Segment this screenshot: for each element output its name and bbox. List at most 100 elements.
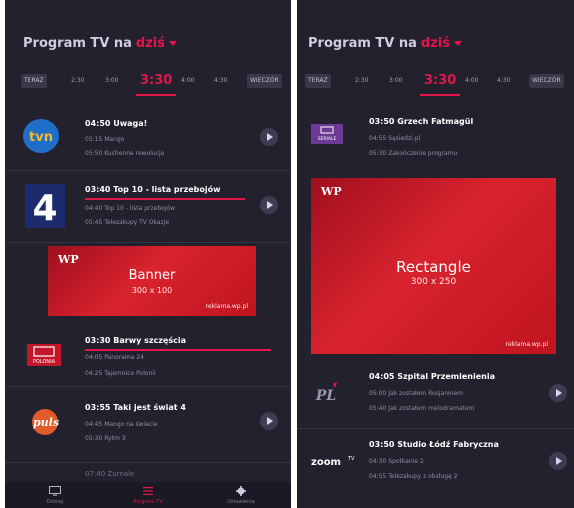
list-item[interactable]: 4 03:40 Top 10 - lista przebojów 04:40 T… <box>5 172 291 243</box>
tab-2-30[interactable]: 2:30 <box>355 68 368 94</box>
tab-4-00[interactable]: 4:00 <box>465 68 478 94</box>
ad-banner[interactable]: WP Banner 300 x 100 reklama.wp.pl <box>48 246 256 316</box>
nav-program-tv[interactable]: Program TV <box>108 482 188 508</box>
bottom-nav: Dzisiaj Program TV Ustawienia <box>5 482 291 508</box>
program-screen-right: Program TV na dziś TERAZ 2:30 3:00 3:30 4… <box>297 0 574 508</box>
play-icon[interactable] <box>260 412 278 430</box>
program-title: 04:50 Uwaga! <box>85 119 148 128</box>
tab-4-00[interactable]: 4:00 <box>181 68 194 94</box>
list-item[interactable]: puls 03:55 Taki jest świat 4 04:45 Mango… <box>5 388 291 463</box>
caret-down-icon[interactable] <box>169 41 177 46</box>
play-icon[interactable] <box>549 384 567 402</box>
tab-3-00[interactable]: 3:00 <box>105 68 118 94</box>
page-title-text: Program TV na <box>308 36 417 51</box>
day-selector[interactable]: dziś <box>421 36 450 51</box>
program-title: 03:30 Barwy szczęścia <box>85 336 186 345</box>
tab-4-30[interactable]: 4:30 <box>497 68 510 94</box>
tab-4-30[interactable]: 4:30 <box>214 68 227 94</box>
list-item[interactable]: PL 04:05 Szpital Przemienienia 05:00 Jak… <box>297 364 574 429</box>
ad-footer: reklama.wp.pl <box>505 341 548 348</box>
svg-text:zoom: zoom <box>311 457 341 468</box>
tab-3-00[interactable]: 3:00 <box>389 68 402 94</box>
svg-text:TV: TV <box>347 456 355 462</box>
next-program: 04:05 Panorama 24 <box>85 354 144 361</box>
program-title: 03:50 Grzech Fatmagül <box>369 117 474 126</box>
ad-footer: reklama.wp.pl <box>205 303 248 310</box>
program-title: 03:40 Top 10 - lista przebojów <box>85 185 221 194</box>
tvp-seriale-logo-icon: SERIALE <box>311 124 343 144</box>
polsat-logo-icon: PL <box>311 380 341 410</box>
tab-3-30[interactable]: 3:30 <box>419 68 461 96</box>
svg-text:tvn: tvn <box>29 130 53 145</box>
list-item[interactable]: zoom TV 03:50 Studio Łódź Fabryczna 04:30… <box>297 430 574 500</box>
wp-logo: WP <box>58 253 79 266</box>
list-item[interactable]: 07:40 Żurnale <box>5 464 291 484</box>
svg-text:POLONIA: POLONIA <box>33 359 56 365</box>
list-item[interactable]: SERIALE 03:50 Grzech Fatmagül 04:55 Sąsi… <box>297 100 574 170</box>
next-program: 04:25 Tajemnice Polonii <box>85 370 156 377</box>
next-program: 05:45 Telezakupy TV Okazje <box>85 219 170 226</box>
next-program: 04:55 Sąsiedzi.pl <box>369 135 421 142</box>
nav-label: Dzisiaj <box>46 499 64 505</box>
play-icon[interactable] <box>549 452 567 470</box>
tab-2-30[interactable]: 2:30 <box>71 68 84 94</box>
tab-now[interactable]: TERAZ <box>305 74 331 88</box>
caret-down-icon[interactable] <box>454 41 462 46</box>
time-tabs: TERAZ 2:30 3:00 3:30 4:00 4:30 WIECZÓR <box>5 68 291 96</box>
next-program: 04:30 Spotkanie 2 <box>369 458 424 465</box>
day-selector[interactable]: dziś <box>136 36 165 51</box>
svg-text:4: 4 <box>32 188 57 228</box>
tab-evening[interactable]: WIECZÓR <box>247 74 282 88</box>
page-title-text: Program TV na <box>23 36 132 51</box>
tab-evening[interactable]: WIECZÓR <box>529 74 564 88</box>
svg-text:puls: puls <box>33 416 59 429</box>
program-list: tvn 04:50 Uwaga! 05:15 Mango 05:50 Kuche… <box>5 100 291 508</box>
gear-icon <box>236 486 246 496</box>
play-icon[interactable] <box>260 196 278 214</box>
next-program: 05:30 Zakończenie programu <box>369 150 458 157</box>
tab-now[interactable]: TERAZ <box>21 74 47 88</box>
next-program: 05:40 Jak zostałem melodramatem <box>369 405 475 412</box>
ad-size: 300 x 100 <box>131 286 173 295</box>
nav-today[interactable]: Dzisiaj <box>15 482 95 508</box>
program-title: 03:50 Studio Łódź Fabryczna <box>369 440 499 449</box>
time-tabs: TERAZ 2:30 3:00 3:30 4:00 4:30 WIECZÓR <box>297 68 574 96</box>
page-title[interactable]: Program TV na dziś <box>23 36 177 51</box>
program-title: 07:40 Żurnale <box>85 470 135 478</box>
svg-text:PL: PL <box>315 388 337 404</box>
next-program: 04:45 Mango na świecie <box>85 421 158 428</box>
nav-settings[interactable]: Ustawienia <box>201 482 281 508</box>
program-list: SERIALE 03:50 Grzech Fatmagül 04:55 Sąsi… <box>297 100 574 508</box>
next-program: 05:15 Mango <box>85 136 125 143</box>
tv-puls-logo-icon: puls <box>25 408 65 436</box>
tv-icon <box>49 486 61 496</box>
wp-logo: WP <box>321 185 342 198</box>
ad-rectangle[interactable]: WP Rectangle 300 x 250 reklama.wp.pl <box>311 178 556 354</box>
app-header: Program TV na dziś <box>5 0 291 62</box>
zoom-logo-icon: zoom TV <box>311 453 355 468</box>
next-program: 05:30 Rytm 3 <box>85 435 126 442</box>
tab-3-30[interactable]: 3:30 <box>135 68 177 96</box>
program-title: 04:05 Szpital Przemienienia <box>369 372 495 381</box>
progress-bar <box>85 349 271 351</box>
list-item[interactable]: POLONIA 03:30 Barwy szczęścia 04:05 Pano… <box>5 324 291 387</box>
list-item[interactable]: tvn 04:50 Uwaga! 05:15 Mango 05:50 Kuche… <box>5 100 291 171</box>
page-title[interactable]: Program TV na dziś <box>308 36 462 51</box>
program-screen-left: Program TV na dziś TERAZ 2:30 3:00 3:30 4… <box>5 0 291 508</box>
next-program: 04:55 Telezakupy z obsługą 2 <box>369 473 458 480</box>
nav-label: Ustawienia <box>227 499 255 505</box>
tv4-logo-icon: 4 <box>25 184 65 229</box>
ad-label: Banner <box>128 268 176 283</box>
ad-label: Rectangle <box>396 258 471 276</box>
ad-size: 300 x 250 <box>410 277 457 287</box>
tvn-logo-icon: tvn <box>23 119 59 153</box>
app-header: Program TV na dziś <box>297 0 574 62</box>
next-program: 05:50 Kuchenne rewolucje <box>85 150 165 157</box>
tvp-polonia-logo-icon: POLONIA <box>27 344 61 366</box>
next-program: 04:40 Top 10 - lista przebojów <box>85 205 176 212</box>
play-icon[interactable] <box>260 128 278 146</box>
next-program: 05:00 Jak zostałem Rosjaninem <box>369 390 463 397</box>
nav-label: Program TV <box>133 499 163 505</box>
program-title: 03:55 Taki jest świat 4 <box>85 403 186 412</box>
list-icon <box>143 487 153 495</box>
